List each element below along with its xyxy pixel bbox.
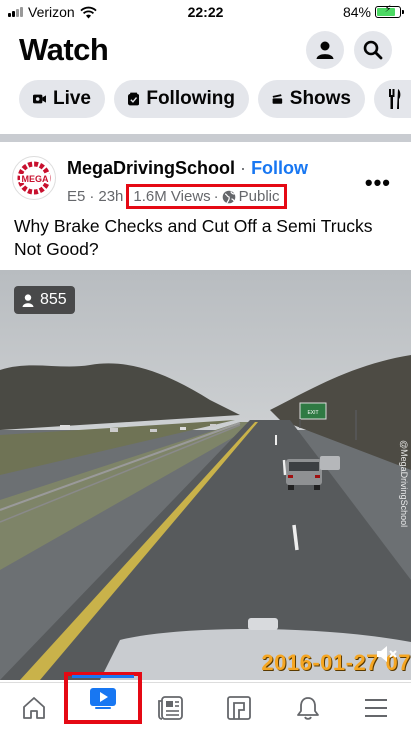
post-title: Why Brake Checks and Cut Off a Semi Truc… bbox=[14, 216, 373, 259]
separator: · bbox=[240, 158, 247, 178]
mute-button[interactable] bbox=[375, 643, 397, 670]
video-player[interactable]: EXIT 855 @MegaDrivingSchool 2016-01-27 0… bbox=[0, 270, 411, 680]
post-header: MEGA MegaDrivingSchool · Follow E5 · 23h… bbox=[0, 150, 411, 210]
search-button[interactable] bbox=[354, 31, 392, 69]
battery-group: 84% ⚡ bbox=[342, 4, 404, 20]
chip-live[interactable]: Live bbox=[19, 80, 105, 118]
chip-shows[interactable]: Shows bbox=[258, 80, 365, 118]
following-icon bbox=[128, 92, 140, 106]
speaker-muted-icon bbox=[377, 646, 397, 662]
home-icon bbox=[23, 696, 46, 719]
tab-news[interactable] bbox=[137, 683, 206, 731]
views-highlight: 1.6M Views · Public bbox=[126, 184, 287, 209]
clapperboard-icon bbox=[272, 94, 283, 104]
news-icon bbox=[158, 695, 184, 720]
watch-icon bbox=[90, 688, 116, 709]
logo-text: MEGA bbox=[22, 174, 50, 184]
status-bar: Verizon 22:22 84% ⚡ bbox=[0, 0, 411, 26]
search-icon bbox=[363, 40, 383, 60]
avatar[interactable]: MEGA bbox=[12, 156, 56, 200]
video-watermark: @MegaDrivingSchool bbox=[399, 440, 409, 528]
chip-food[interactable] bbox=[374, 80, 411, 118]
battery-icon: ⚡ bbox=[375, 4, 404, 18]
separator: · bbox=[213, 188, 219, 205]
tab-watch[interactable] bbox=[64, 672, 142, 724]
tab-notifications[interactable] bbox=[274, 683, 343, 731]
chip-following[interactable]: Following bbox=[114, 80, 249, 118]
viewer-count: 855 bbox=[40, 291, 67, 308]
marketplace-icon bbox=[227, 695, 252, 720]
tab-home[interactable] bbox=[0, 683, 69, 731]
menu-icon bbox=[365, 698, 388, 717]
live-camera-icon bbox=[33, 94, 46, 104]
more-options-button[interactable]: ••• bbox=[365, 170, 391, 196]
person-icon bbox=[22, 293, 34, 307]
live-viewer-count: 855 bbox=[14, 286, 75, 314]
chip-label: Live bbox=[52, 88, 91, 109]
follow-button[interactable]: Follow bbox=[251, 158, 308, 178]
mega-logo: MEGA bbox=[17, 161, 51, 195]
privacy-label: Public bbox=[238, 188, 280, 205]
post-age: 23h bbox=[98, 188, 124, 205]
charging-bolt-icon: ⚡ bbox=[384, 4, 392, 15]
tab-marketplace[interactable] bbox=[205, 683, 274, 731]
video-frame: EXIT bbox=[0, 270, 411, 680]
profile-button[interactable] bbox=[306, 31, 344, 69]
category-chips: Live Following Shows bbox=[0, 78, 411, 120]
author-line: MegaDrivingSchool · Follow bbox=[67, 158, 308, 179]
separator: · bbox=[89, 188, 95, 205]
view-count: 1.6M Views bbox=[133, 188, 211, 205]
chip-label: Following bbox=[146, 88, 235, 109]
chip-label: Shows bbox=[289, 88, 351, 109]
post-meta: E5 · 23h 1.6M Views · Public bbox=[67, 184, 287, 209]
bottom-tab-bar bbox=[0, 672, 411, 731]
section-divider bbox=[0, 134, 411, 142]
globe-icon bbox=[222, 190, 235, 203]
bell-icon bbox=[297, 696, 320, 720]
episode-label: E5 bbox=[67, 188, 86, 205]
page-header: Watch bbox=[0, 26, 411, 76]
author-name[interactable]: MegaDrivingSchool bbox=[67, 158, 235, 178]
battery-percent: 84% bbox=[342, 4, 371, 20]
page-title: Watch bbox=[19, 32, 109, 67]
food-icon bbox=[389, 89, 401, 109]
person-icon bbox=[316, 41, 334, 59]
exit-sign-text: EXIT bbox=[307, 410, 318, 416]
tab-menu[interactable] bbox=[342, 683, 411, 731]
